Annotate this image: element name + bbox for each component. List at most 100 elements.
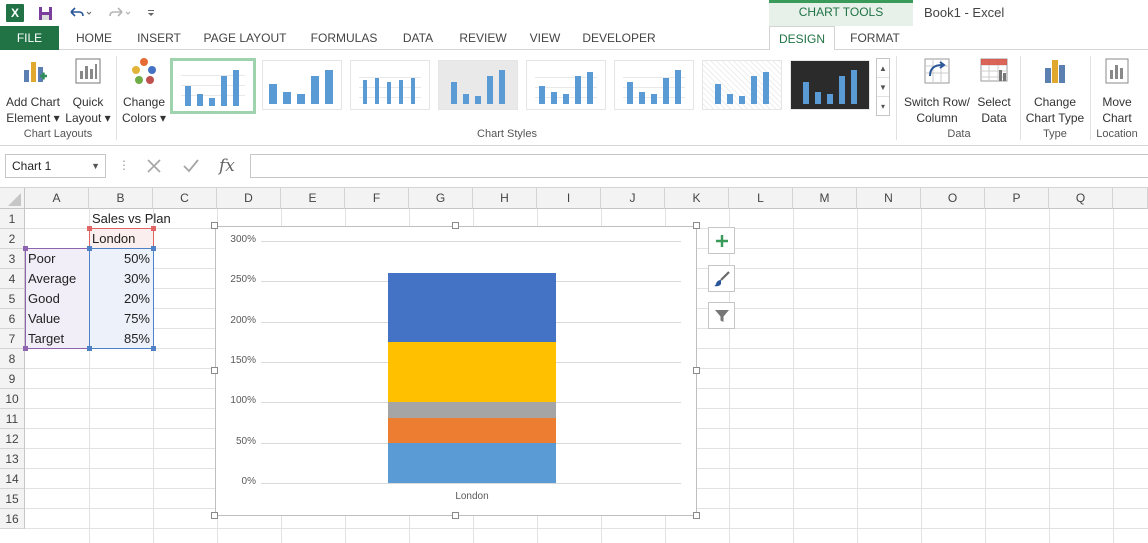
name-box[interactable]: Chart 1 ▼ (5, 154, 106, 178)
tab-review[interactable]: REVIEW (453, 26, 513, 50)
chart-resize-handle[interactable] (693, 512, 700, 519)
row-header-14[interactable]: 14 (0, 469, 25, 489)
row-header-6[interactable]: 6 (0, 309, 25, 329)
column-header-k[interactable]: K (665, 188, 729, 209)
chart-bar-segment-4[interactable] (388, 341, 556, 403)
row-header-10[interactable]: 10 (0, 389, 25, 409)
column-header-g[interactable]: G (409, 188, 473, 209)
customize-qat-icon[interactable] (142, 4, 160, 22)
chart-plot-area[interactable]: 0% 50% 100% 150% 200% 250% 300% London (216, 227, 696, 515)
row-header-11[interactable]: 11 (0, 409, 25, 429)
cell-a7[interactable]: Target (25, 329, 67, 349)
chevron-down-icon[interactable]: ▼ (91, 155, 100, 177)
cell-b1[interactable]: Sales vs Plan (89, 209, 174, 229)
column-header-j[interactable]: J (601, 188, 665, 209)
tab-formulas[interactable]: FORMULAS (304, 26, 384, 50)
cell-b4[interactable]: 30% (89, 269, 153, 289)
quick-layout-button[interactable]: Quick Layout ▾ (64, 56, 112, 126)
cancel-icon[interactable] (145, 154, 163, 182)
enter-check-icon[interactable] (182, 154, 200, 182)
switch-row-column-button[interactable]: Switch Row/ Column (900, 56, 974, 126)
column-header-a[interactable]: A (25, 188, 89, 209)
formula-input[interactable] (250, 154, 1148, 178)
column-header-i[interactable]: I (537, 188, 601, 209)
chart-resize-handle[interactable] (211, 222, 218, 229)
chart-filters-button[interactable] (708, 302, 735, 329)
chart-bar-segment-2[interactable] (388, 418, 556, 443)
tab-design[interactable]: DESIGN (769, 26, 835, 51)
change-colors-button[interactable]: Change Colors ▾ (118, 56, 170, 126)
column-header-c[interactable]: C (153, 188, 217, 209)
chevron-up-icon[interactable]: ▲ (877, 59, 889, 78)
row-header-2[interactable]: 2 (0, 229, 25, 249)
chart-style-1-thumbnail[interactable] (170, 58, 256, 114)
chart-style-7-thumbnail[interactable] (702, 60, 782, 110)
undo-icon[interactable] (66, 4, 94, 22)
tab-data[interactable]: DATA (393, 26, 443, 50)
row-header-5[interactable]: 5 (0, 289, 25, 309)
column-header-e[interactable]: E (281, 188, 345, 209)
cell-b7[interactable]: 85% (89, 329, 153, 349)
chart-style-2-thumbnail[interactable] (262, 60, 342, 110)
chart-styles-scroll[interactable]: ▲ ▼ ▾ (876, 58, 890, 116)
tab-insert[interactable]: INSERT (130, 26, 188, 50)
redo-icon[interactable] (106, 4, 134, 22)
cell-a6[interactable]: Value (25, 309, 63, 329)
tab-view[interactable]: VIEW (522, 26, 568, 50)
row-header-9[interactable]: 9 (0, 369, 25, 389)
more-styles-icon[interactable]: ▾ (877, 97, 889, 116)
cell-a4[interactable]: Average (25, 269, 79, 289)
insert-function-icon[interactable]: fx (219, 154, 235, 178)
chart-style-8-thumbnail[interactable] (790, 60, 870, 110)
save-icon[interactable] (36, 4, 54, 22)
column-header-m[interactable]: M (793, 188, 857, 209)
row-header-1[interactable]: 1 (0, 209, 25, 229)
column-header-r[interactable]: R (1113, 188, 1148, 209)
chart-style-3-thumbnail[interactable] (350, 60, 430, 110)
column-header-b[interactable]: B (89, 188, 153, 209)
tab-page-layout[interactable]: PAGE LAYOUT (196, 26, 294, 50)
row-header-4[interactable]: 4 (0, 269, 25, 289)
cell-b2[interactable]: London (89, 229, 138, 249)
column-header-f[interactable]: F (345, 188, 409, 209)
column-header-p[interactable]: P (985, 188, 1049, 209)
chart-bar-segment-1[interactable] (388, 442, 556, 483)
chart-resize-handle[interactable] (452, 512, 459, 519)
chart-elements-button[interactable] (708, 227, 735, 254)
chart-style-6-thumbnail[interactable] (614, 60, 694, 110)
cell-b3[interactable]: 50% (89, 249, 153, 269)
add-chart-element-button[interactable]: Add Chart Element ▾ (2, 56, 64, 126)
select-all-corner[interactable] (0, 188, 25, 209)
chart-bar-segment-5[interactable] (388, 273, 556, 342)
change-chart-type-button[interactable]: Change Chart Type (1022, 56, 1088, 126)
column-header-o[interactable]: O (921, 188, 985, 209)
chart-bar-segment-3[interactable] (388, 402, 556, 419)
tab-format[interactable]: FORMAT (840, 26, 910, 50)
row-header-8[interactable]: 8 (0, 349, 25, 369)
row-header-16[interactable]: 16 (0, 509, 25, 529)
chart-resize-handle[interactable] (452, 222, 459, 229)
tab-developer[interactable]: DEVELOPER (577, 26, 661, 50)
chart-resize-handle[interactable] (211, 367, 218, 374)
column-header-q[interactable]: Q (1049, 188, 1113, 209)
cell-b5[interactable]: 20% (89, 289, 153, 309)
row-header-7[interactable]: 7 (0, 329, 25, 349)
row-header-13[interactable]: 13 (0, 449, 25, 469)
chart-resize-handle[interactable] (693, 222, 700, 229)
move-chart-button[interactable]: Move Chart (1092, 56, 1142, 126)
column-header-h[interactable]: H (473, 188, 537, 209)
cell-b6[interactable]: 75% (89, 309, 153, 329)
row-header-12[interactable]: 12 (0, 429, 25, 449)
chart-style-4-thumbnail[interactable] (438, 60, 518, 110)
embedded-chart[interactable]: 0% 50% 100% 150% 200% 250% 300% London (215, 226, 697, 516)
chart-styles-button[interactable] (708, 265, 735, 292)
cell-a3[interactable]: Poor (25, 249, 58, 269)
chart-resize-handle[interactable] (211, 512, 218, 519)
tab-home[interactable]: HOME (67, 26, 121, 50)
cell-a5[interactable]: Good (25, 289, 63, 309)
chart-style-5-thumbnail[interactable] (526, 60, 606, 110)
row-header-15[interactable]: 15 (0, 489, 25, 509)
column-header-n[interactable]: N (857, 188, 921, 209)
tab-file[interactable]: FILE (0, 26, 59, 50)
chart-resize-handle[interactable] (693, 367, 700, 374)
